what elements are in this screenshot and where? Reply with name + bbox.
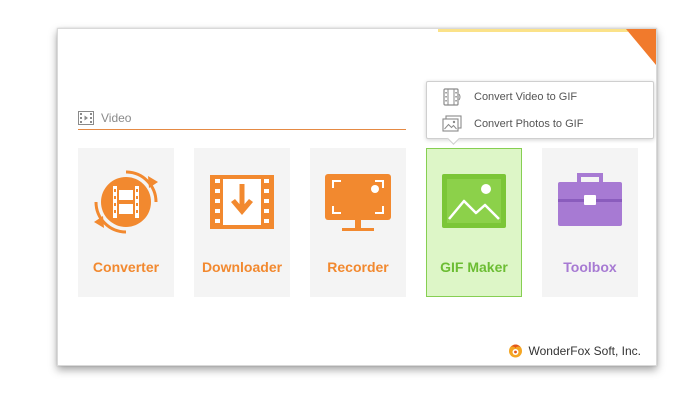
section-label: Video — [101, 111, 132, 125]
toolbox-label: Toolbox — [563, 259, 617, 275]
gif-maker-button[interactable]: GIF Maker — [426, 148, 522, 297]
recorder-button[interactable]: Recorder — [310, 148, 406, 297]
app-window: Video Converter Downloader Recorder GIF … — [57, 28, 657, 366]
downloader-label: Downloader — [201, 259, 283, 275]
corner-ribbon — [626, 29, 656, 65]
gif-maker-menu: Convert Video to GIF Convert Photos to G… — [426, 81, 654, 139]
film-strip-icon — [443, 88, 461, 106]
image-icon — [442, 174, 506, 228]
downloader-button[interactable]: Downloader — [194, 148, 290, 297]
top-accent-bar — [438, 29, 628, 32]
gif-maker-label: GIF Maker — [440, 259, 508, 275]
section-header-video: Video — [78, 107, 406, 130]
converter-button[interactable]: Converter — [78, 148, 174, 297]
menu-item-label: Convert Video to GIF — [474, 91, 578, 103]
download-icon — [210, 175, 274, 229]
video-section-icon — [78, 111, 94, 125]
toolbox-icon — [558, 173, 622, 226]
converter-label: Converter — [92, 259, 160, 275]
menu-item-label: Convert Photos to GIF — [474, 118, 584, 130]
menu-item-convert-video-to-gif[interactable]: Convert Video to GIF — [427, 84, 653, 110]
photos-icon — [442, 115, 462, 132]
brand-footer: WonderFox Soft, Inc. — [508, 343, 642, 358]
wonderfox-logo-icon — [508, 344, 522, 358]
brand-name: WonderFox Soft, Inc. — [528, 343, 642, 358]
recorder-label: Recorder — [327, 259, 389, 275]
converter-icon — [94, 170, 158, 234]
menu-item-convert-photos-to-gif[interactable]: Convert Photos to GIF — [427, 111, 653, 137]
screen-record-icon — [325, 174, 391, 231]
toolbox-button[interactable]: Toolbox — [542, 148, 638, 297]
